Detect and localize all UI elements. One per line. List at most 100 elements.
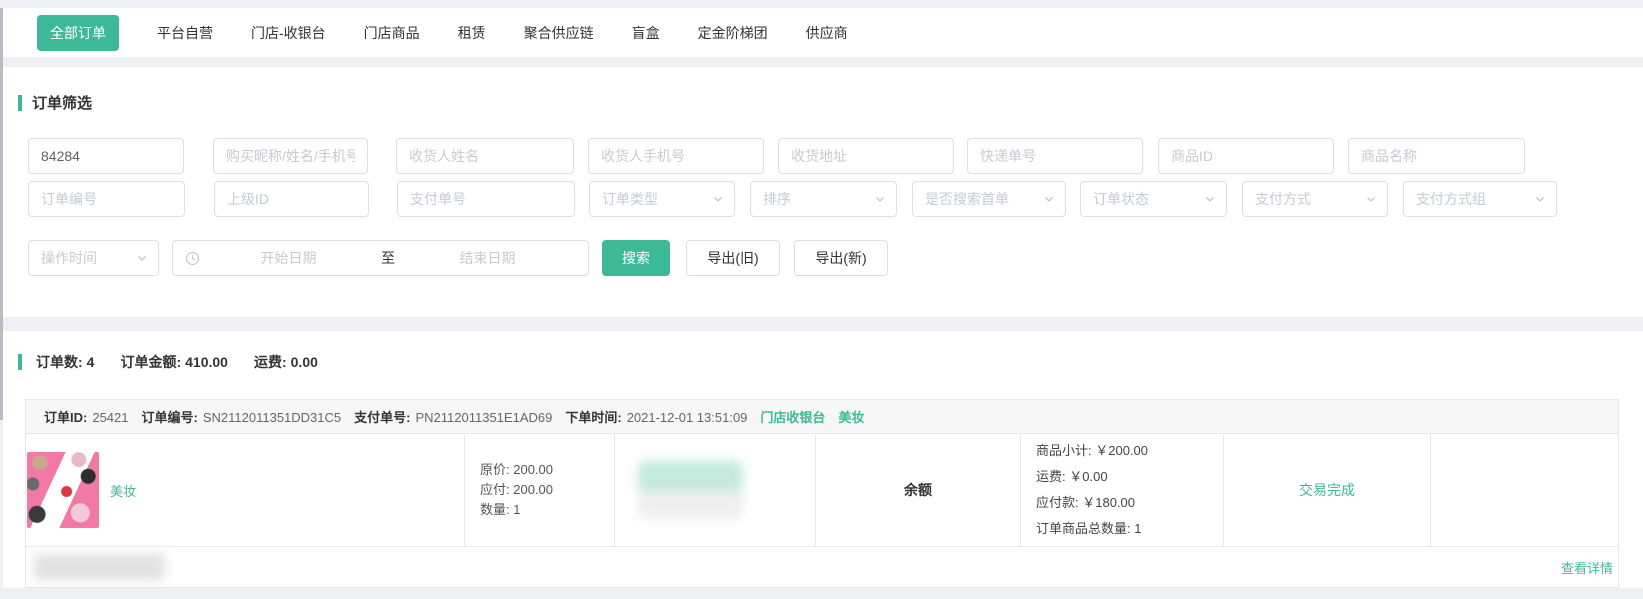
- product-name-link[interactable]: 美妆: [110, 481, 136, 500]
- order-type-select[interactable]: 订单类型: [589, 181, 735, 217]
- freight-total: 运费:0.00: [250, 352, 318, 372]
- tab-rental[interactable]: 租赁: [458, 23, 486, 43]
- chevron-down-icon: [1204, 193, 1216, 205]
- export-new-button[interactable]: 导出(新): [794, 240, 888, 276]
- search-button[interactable]: 搜索: [602, 240, 670, 276]
- pay-number-input[interactable]: [397, 181, 575, 217]
- filter-row-1: [28, 138, 1525, 174]
- tab-supplier[interactable]: 供应商: [806, 23, 848, 43]
- end-date-placeholder[interactable]: 结束日期: [399, 248, 576, 268]
- total-quantity-value: 1: [1134, 521, 1141, 536]
- freight-label: 运费:: [1036, 469, 1066, 484]
- filter-section-title: 订单筛选: [18, 92, 92, 113]
- order-card: 订单ID: 25421 订单编号:SN2112011351DD31C5 支付单号:…: [25, 399, 1619, 588]
- order-id: 订单ID: 25421: [44, 407, 129, 426]
- pay-method-group-select[interactable]: 支付方式组: [1403, 181, 1557, 217]
- order-time-value: 2021-12-01 13:51:09: [627, 410, 748, 425]
- pay-method-select[interactable]: 支付方式: [1242, 181, 1388, 217]
- status-cell: 交易完成: [1224, 434, 1431, 546]
- quantity-label: 数量:: [480, 502, 510, 517]
- buyer-cell: [615, 434, 816, 546]
- order-pay-no-label: 支付单号:: [354, 410, 410, 425]
- chevron-down-icon: [1043, 193, 1055, 205]
- original-price-line: 原价: 200.00: [480, 460, 614, 480]
- order-status-text: 交易完成: [1299, 480, 1355, 500]
- price-cell: 原价: 200.00 应付: 200.00 数量: 1: [465, 434, 615, 546]
- buyer-nickname-input[interactable]: [213, 138, 368, 174]
- export-old-button[interactable]: 导出(旧): [686, 240, 780, 276]
- freight-total-value: 0.00: [291, 354, 318, 370]
- product-cell: 美妆: [26, 434, 465, 546]
- order-count-value: 4: [87, 354, 95, 370]
- pay-method-group-select-value: 支付方式组: [1416, 189, 1486, 209]
- first-order-select[interactable]: 是否搜索首单: [912, 181, 1066, 217]
- tab-platform-self[interactable]: 平台自营: [157, 23, 213, 43]
- chevron-down-icon: [1365, 193, 1377, 205]
- tab-deposit-ladder-group[interactable]: 定金阶梯团: [698, 23, 768, 43]
- order-amount: 订单金额:410.00: [116, 352, 228, 372]
- uid-input[interactable]: [28, 138, 184, 174]
- first-order-select-value: 是否搜索首单: [925, 189, 1009, 209]
- consignee-name-input[interactable]: [396, 138, 574, 174]
- subtotal-value: ￥200.00: [1095, 443, 1148, 458]
- original-price-value: 200.00: [513, 462, 553, 477]
- filter-title-text: 订单筛选: [32, 92, 92, 113]
- start-date-placeholder[interactable]: 开始日期: [200, 248, 377, 268]
- consignee-phone-input[interactable]: [588, 138, 764, 174]
- order-time: 下单时间: 2021-12-01 13:51:09: [565, 407, 747, 426]
- date-range-picker[interactable]: 开始日期 至 结束日期: [172, 240, 589, 276]
- order-type-select-value: 订单类型: [602, 189, 658, 209]
- order-card-body: 美妆 原价: 200.00 应付: 200.00 数量: 1 余额 商品小计: …: [26, 434, 1618, 546]
- order-id-label: 订单ID:: [44, 410, 87, 425]
- subtotal-line: 商品小计: ￥200.00: [1036, 438, 1223, 464]
- freight-total-label: 运费:: [254, 354, 287, 370]
- view-details-link[interactable]: 查看详情: [1561, 558, 1613, 577]
- order-type-tabbar: 全部订单 平台自营 门店-收银台 门店商品 租赁 聚合供应链 盲盒 定金阶梯团 …: [3, 8, 1643, 57]
- payable-line: 应付: 200.00: [480, 480, 614, 500]
- parent-id-input[interactable]: [214, 181, 369, 217]
- total-quantity-line: 订单商品总数量: 1: [1036, 516, 1223, 542]
- accent-bar: [18, 354, 22, 370]
- freight-value: ￥0.00: [1069, 469, 1107, 484]
- quantity-line: 数量: 1: [480, 500, 614, 520]
- product-name-input[interactable]: [1348, 138, 1525, 174]
- order-card-header: 订单ID: 25421 订单编号:SN2112011351DD31C5 支付单号:…: [26, 400, 1618, 434]
- date-range-separator: 至: [377, 248, 399, 268]
- order-sn: 订单编号:SN2112011351DD31C5: [142, 407, 342, 426]
- order-category-badge: 美妆: [838, 407, 864, 426]
- sort-select[interactable]: 排序: [750, 181, 897, 217]
- accent-bar: [18, 95, 22, 111]
- order-id-value: 25421: [92, 410, 128, 425]
- tab-aggregated-supply-chain[interactable]: 聚合供应链: [524, 23, 594, 43]
- buyer-info-redacted: [638, 461, 743, 519]
- payable-value: 200.00: [513, 482, 553, 497]
- order-filter-panel: 订单筛选 订单类型 排序 是否搜索首单: [3, 67, 1643, 317]
- tab-store-cashier[interactable]: 门店-收银台: [251, 23, 326, 43]
- tab-all-orders[interactable]: 全部订单: [37, 15, 119, 51]
- order-pay-no: 支付单号: PN2112011351E1AD69: [354, 407, 552, 426]
- order-source-badge: 门店收银台: [760, 407, 825, 426]
- order-count-label: 订单数:: [36, 354, 83, 370]
- operation-time-select[interactable]: 操作时间: [28, 240, 159, 276]
- amount-due-value: ￥180.00: [1082, 495, 1135, 510]
- tab-store-goods[interactable]: 门店商品: [364, 23, 420, 43]
- shipping-address-input[interactable]: [778, 138, 954, 174]
- subtotal-label: 商品小计:: [1036, 443, 1092, 458]
- tracking-number-input[interactable]: [967, 138, 1143, 174]
- quantity-value: 1: [513, 502, 520, 517]
- order-pay-no-value: PN2112011351E1AD69: [415, 410, 552, 425]
- order-management-page: 全部订单 平台自营 门店-收银台 门店商品 租赁 聚合供应链 盲盒 定金阶梯团 …: [0, 0, 1643, 599]
- chevron-down-icon: [712, 193, 724, 205]
- order-status-select[interactable]: 订单状态: [1080, 181, 1227, 217]
- product-id-input[interactable]: [1158, 138, 1334, 174]
- orders-summary: 订单数:4 订单金额:410.00 运费:0.00: [18, 352, 340, 372]
- filter-row-2: 订单类型 排序 是否搜索首单 订单状态 支付方式 支付方式组: [28, 181, 1557, 217]
- amount-due-line: 应付款: ￥180.00: [1036, 490, 1223, 516]
- tab-blind-box[interactable]: 盲盒: [632, 23, 660, 43]
- order-sn-value: SN2112011351DD31C5: [203, 410, 341, 425]
- order-sn-input[interactable]: [28, 181, 185, 217]
- order-card-footer: 查看详情: [26, 546, 1618, 587]
- order-time-label: 下单时间:: [565, 410, 621, 425]
- order-status-select-value: 订单状态: [1093, 189, 1149, 209]
- chevron-down-icon: [136, 252, 148, 264]
